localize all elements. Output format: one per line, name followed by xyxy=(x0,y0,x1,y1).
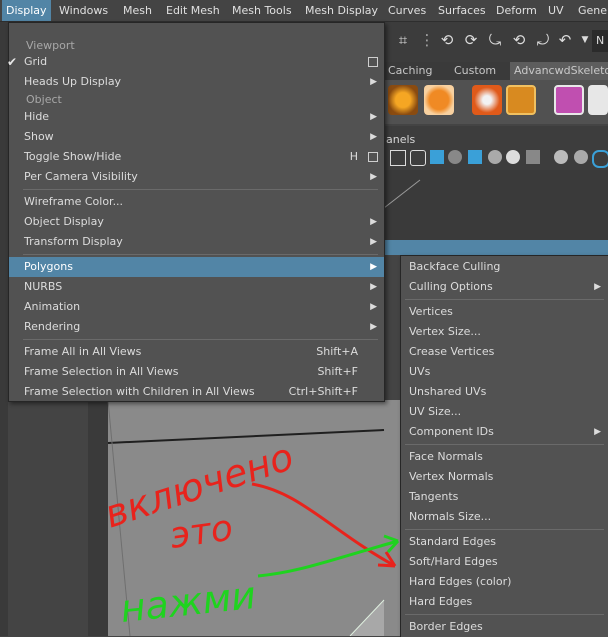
annotation-red-text-2: это xyxy=(168,508,236,557)
green-arrow-line xyxy=(257,539,399,578)
annotation-green-text: нажми xyxy=(118,573,258,631)
annotation-overlay: включено это нажми xyxy=(99,434,400,631)
red-arrow-line xyxy=(251,482,396,568)
